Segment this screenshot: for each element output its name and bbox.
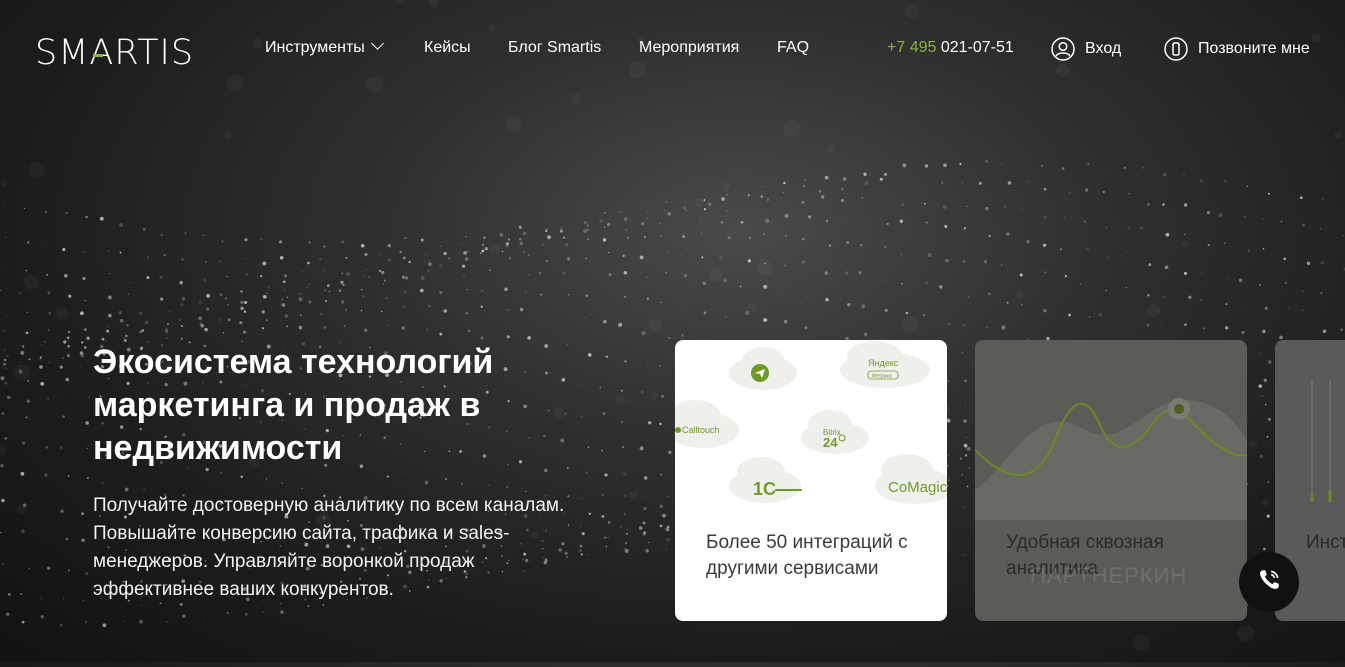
hero-title: Экосистема технологий маркетинга и прода…: [93, 343, 494, 467]
hero-subtitle: Получайте достоверную аналитику по всем …: [93, 495, 565, 600]
nav-faq[interactable]: FAQ: [777, 39, 809, 57]
callback-button[interactable]: Позвоните мне: [1164, 37, 1310, 61]
svg-text:Метрика: Метрика: [872, 374, 892, 380]
svg-text:1С: 1С: [753, 479, 776, 499]
analytics-chart-illustration: [975, 398, 1247, 520]
card-partial-illustration: [1310, 380, 1332, 502]
svg-text:CoMagic: CoMagic: [888, 479, 947, 496]
svg-text:24: 24: [823, 435, 838, 450]
card-integrations[interactable]: Яндекс Метрика Calltouch Bitrix 24 1С Co…: [675, 340, 947, 621]
card-integrations-text: Более 50 интеграций с другими сервисами: [706, 532, 908, 579]
phone-code: +7 495: [887, 39, 937, 56]
login-button[interactable]: Вход: [1051, 37, 1121, 61]
smartis-logo[interactable]: SMARTIS: [35, 33, 194, 73]
integrations-clouds-illustration: Яндекс Метрика Calltouch Bitrix 24 1С Co…: [675, 341, 947, 504]
logo-accent: [93, 54, 103, 57]
nav-events[interactable]: Мероприятия: [639, 39, 739, 57]
login-label: Вход: [1085, 40, 1122, 57]
floating-call-button[interactable]: [1239, 552, 1299, 612]
svg-text:Calltouch: Calltouch: [682, 425, 720, 435]
user-circle-icon: [1051, 37, 1075, 61]
card-partial-text: Инст пові: [1306, 532, 1345, 553]
callback-label: Позвоните мне: [1198, 40, 1310, 57]
nav-tools-label: Инструменты: [265, 39, 365, 56]
svg-text:Яндекс: Яндекс: [868, 358, 899, 368]
phone-number[interactable]: +7 495 021-07-51: [887, 39, 1014, 57]
phone-outline-icon: [1164, 37, 1188, 61]
watermark: ПАРТНЕРКИН: [1030, 563, 1188, 588]
nav-blog[interactable]: Блог Smartis: [508, 39, 601, 57]
phone-digits: 021-07-51: [940, 39, 1014, 56]
nav-tools[interactable]: Инструменты: [265, 37, 384, 57]
chevron-down-icon: [370, 37, 384, 50]
phone-call-icon: [1256, 567, 1282, 598]
nav-cases[interactable]: Кейсы: [424, 39, 471, 57]
